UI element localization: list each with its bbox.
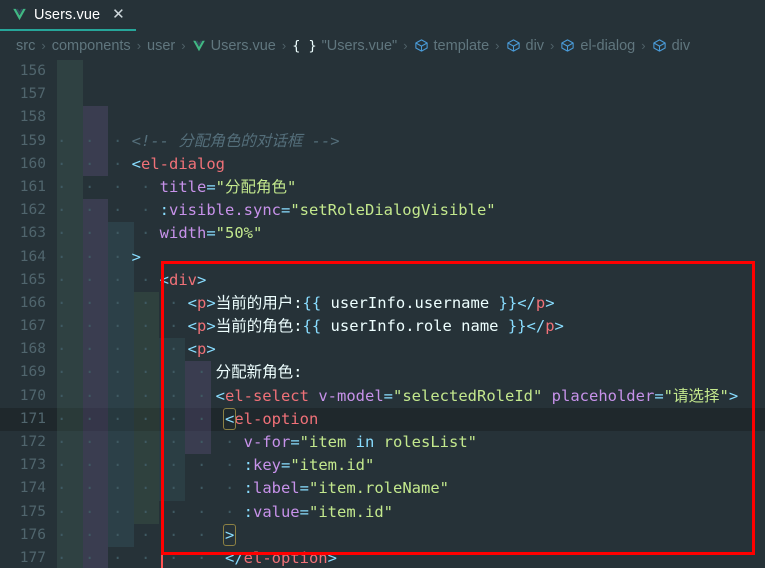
code-editor[interactable]: 156 · · · <!-- 分配角色的对话框 --> 157 · · · <e… (0, 60, 765, 568)
line-number: 172 (19, 434, 46, 450)
bracket-match-highlight: < (222, 407, 237, 430)
line-number: 168 (19, 341, 46, 358)
cube-icon (506, 38, 521, 53)
breadcrumb-separator: › (136, 38, 142, 53)
breadcrumb-label: components (51, 37, 131, 54)
breadcrumb-label: el-dialog (580, 37, 636, 54)
code-comment: <!-- 分配角色的对话框 --> (131, 131, 340, 150)
breadcrumb-item-users-vue-symbol[interactable]: { } "Users.vue" (292, 38, 397, 54)
line-number: 175 (19, 503, 46, 520)
code-text: 分配新角色: (215, 363, 303, 382)
cube-icon (560, 38, 575, 53)
breadcrumb-separator: › (181, 38, 186, 53)
cube-icon (652, 38, 667, 53)
breadcrumb-label: user (147, 37, 176, 54)
breadcrumb-label: div (671, 37, 691, 54)
editor-tab-bar: Users.vue ✕ (0, 0, 765, 31)
line-number: 167 (19, 318, 46, 335)
breadcrumb-separator: › (281, 38, 287, 53)
line-number: 177 (19, 549, 46, 566)
breadcrumb-label: "Users.vue" (321, 37, 398, 54)
line-number: 166 (19, 294, 46, 311)
breadcrumb-item-el-dialog[interactable]: el-dialog (560, 38, 635, 54)
line-number: 176 (19, 526, 46, 543)
breadcrumb-item-src[interactable]: src (16, 38, 35, 54)
line-number: 156 (19, 63, 46, 79)
code-line[interactable]: 156 · · · <!-- 分配角色的对话框 --> (0, 60, 765, 150)
line-number: 165 (19, 271, 46, 288)
line-number: 169 (19, 364, 46, 381)
breadcrumb-separator: › (41, 38, 46, 53)
breadcrumb-separator: › (550, 38, 555, 53)
cube-icon (414, 38, 429, 53)
line-content[interactable]: · · · <el-dialog (57, 83, 765, 173)
breadcrumb-item-components[interactable]: components (52, 38, 131, 54)
breadcrumb-item-user[interactable]: user (147, 38, 175, 54)
breadcrumb-item-div-outer[interactable]: div (506, 37, 545, 54)
breadcrumb-separator: › (403, 38, 408, 53)
close-icon[interactable]: ✕ (112, 7, 125, 22)
line-number: 174 (19, 480, 46, 497)
line-number: 164 (19, 248, 46, 265)
breadcrumb-label: div (525, 37, 545, 54)
line-number: 161 (19, 178, 46, 195)
line-number: 160 (19, 155, 46, 172)
breadcrumb-label: template (433, 37, 490, 54)
line-number: 162 (19, 202, 46, 219)
line-number: 158 (19, 109, 46, 126)
line-number: 159 (19, 132, 46, 149)
breadcrumb-item-div-inner[interactable]: div (652, 37, 691, 54)
vue-logo-icon (192, 39, 206, 53)
breadcrumb-label: Users.vue (210, 37, 276, 54)
line-number: 163 (19, 225, 46, 242)
line-content[interactable]: · · · · title="分配角色" (57, 106, 765, 196)
line-number: 157 (19, 86, 46, 103)
line-number: 170 (19, 387, 46, 404)
tab-label: Users.vue (34, 6, 101, 23)
code-line[interactable]: 158 · · · · title="分配角色" (0, 106, 765, 196)
bracket-match-highlight: > (222, 523, 237, 546)
breadcrumb-separator: › (641, 38, 646, 53)
breadcrumb: src › components › user › Users.vue › { … (0, 31, 765, 60)
breadcrumb-separator: › (495, 38, 500, 53)
breadcrumb-label: src (16, 37, 36, 54)
breadcrumb-item-users-vue[interactable]: Users.vue (192, 38, 276, 54)
code-line[interactable]: 157 · · · <el-dialog (0, 83, 765, 173)
vue-logo-icon (12, 7, 27, 22)
text-cursor (161, 400, 163, 568)
breadcrumb-item-template[interactable]: template (414, 37, 490, 54)
code-tag: el-dialog (141, 154, 225, 173)
line-number: 173 (19, 457, 46, 474)
braces-icon: { } (292, 37, 317, 54)
tab-users-vue[interactable]: Users.vue ✕ (0, 0, 136, 31)
line-number: 171 (19, 410, 46, 427)
line-content[interactable]: · · · <!-- 分配角色的对话框 --> (57, 60, 765, 150)
